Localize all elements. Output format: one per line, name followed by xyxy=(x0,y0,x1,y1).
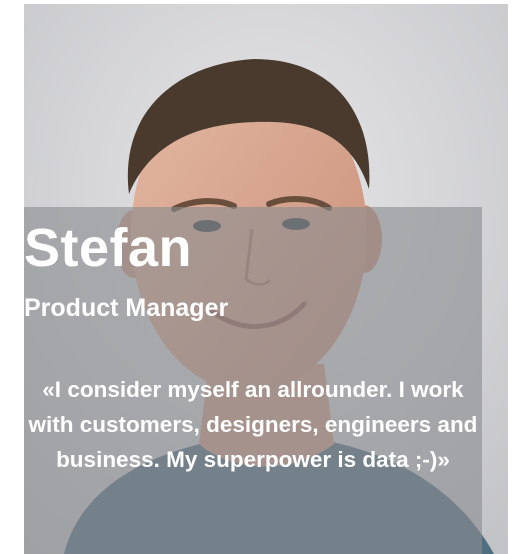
team-member-card: Stefan Product Manager «I consider mysel… xyxy=(24,4,508,554)
person-quote: «I consider myself an allrounder. I work… xyxy=(28,377,478,472)
person-name: Stefan xyxy=(24,218,193,278)
person-role: Product Manager xyxy=(24,294,229,322)
